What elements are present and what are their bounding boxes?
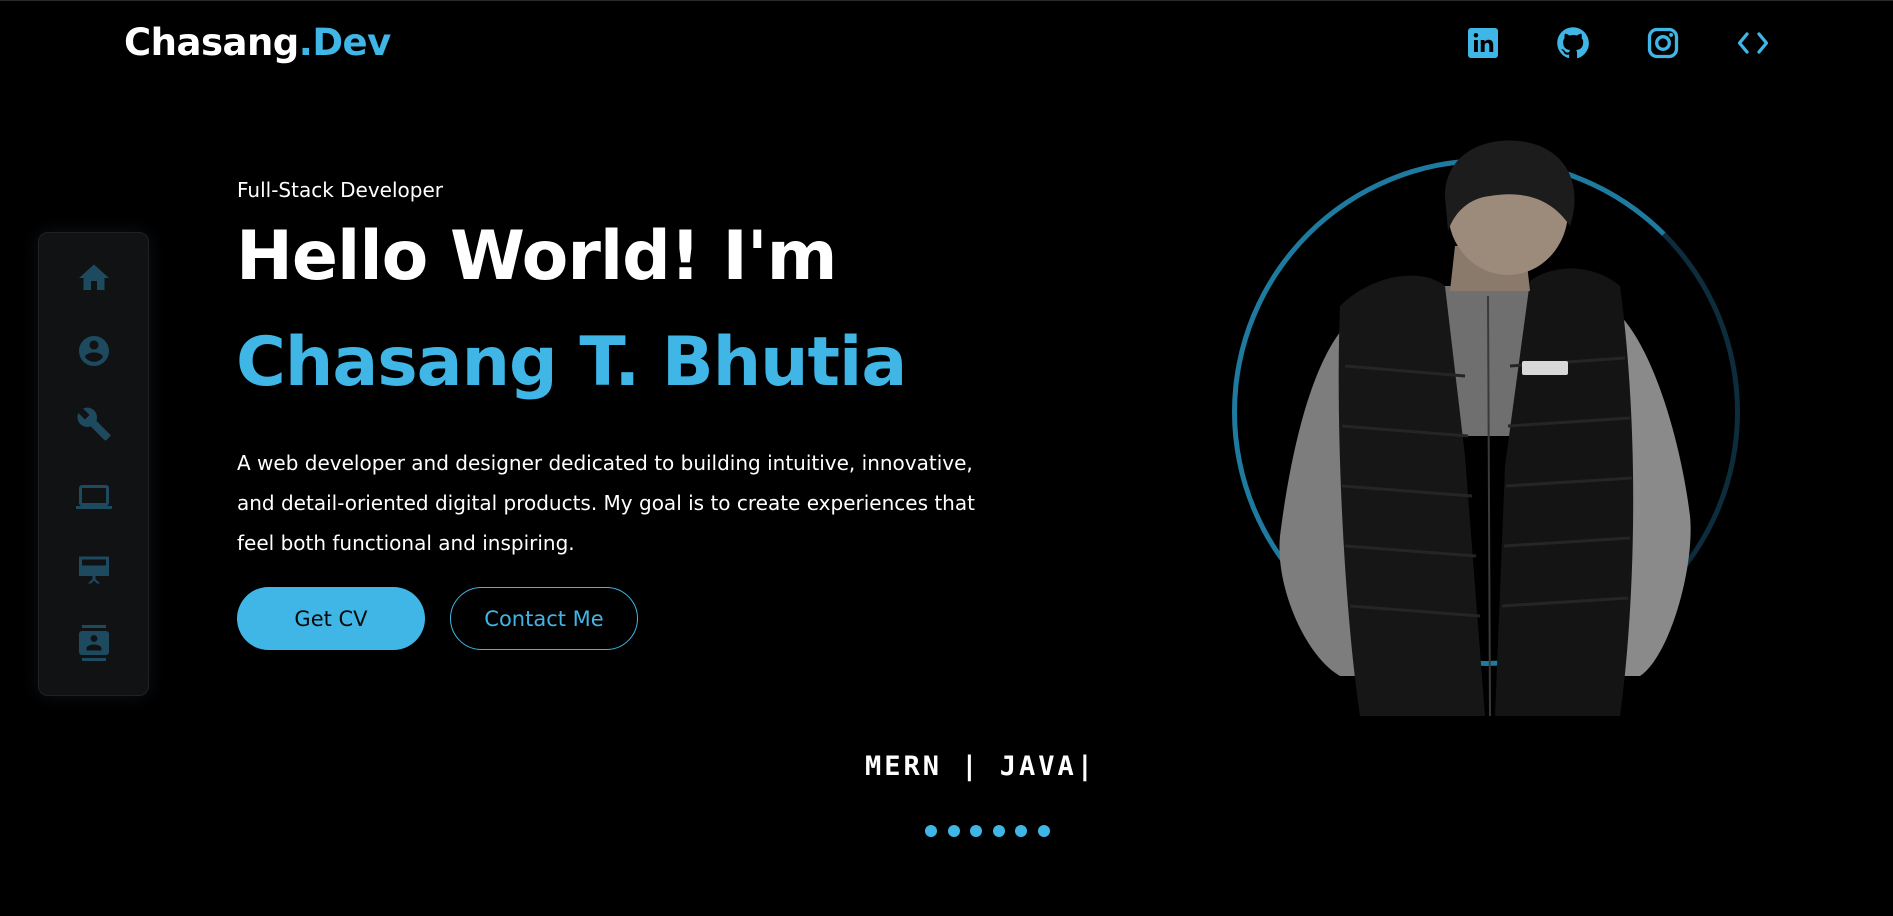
contact-card-icon	[79, 625, 109, 661]
logo-main-text: Chasang	[124, 21, 299, 64]
sidebar-item-home[interactable]	[74, 258, 114, 298]
code-icon	[1737, 32, 1769, 54]
carousel-dot[interactable]	[947, 825, 960, 837]
carousel-dot[interactable]	[992, 825, 1005, 837]
home-icon	[79, 264, 109, 290]
sidebar-item-projects[interactable]	[74, 477, 114, 517]
carousel-dot[interactable]	[1015, 825, 1027, 837]
linkedin-link[interactable]	[1463, 23, 1503, 63]
instagram-icon	[1647, 27, 1679, 59]
carousel-dot[interactable]	[925, 825, 937, 837]
wrench-icon	[77, 407, 111, 441]
site-logo[interactable]: Chasang.Dev	[124, 21, 391, 64]
carousel-dots	[925, 825, 1050, 837]
hero-description: A web developer and designer dedicated t…	[237, 451, 975, 555]
laptop-icon	[76, 485, 112, 509]
linkedin-icon	[1468, 28, 1498, 58]
sidebar-item-experience[interactable]	[74, 550, 114, 590]
sidebar-item-contact[interactable]	[74, 623, 114, 663]
profile-photo	[1279, 140, 1691, 716]
page: Chasang.Dev Full-Stack Developer Hello W…	[0, 0, 1893, 916]
presentation-icon	[79, 556, 109, 584]
account-circle-icon	[79, 336, 109, 366]
sidebar-item-skills[interactable]	[74, 404, 114, 444]
get-cv-button[interactable]: Get CV	[237, 587, 425, 650]
instagram-link[interactable]	[1643, 23, 1683, 63]
hero-greeting: Hello World! I'm	[236, 217, 838, 296]
github-icon	[1557, 27, 1589, 59]
hero-subtitle: Full-Stack Developer	[237, 178, 444, 202]
hero-name: Chasang T. Bhutia	[236, 323, 907, 402]
code-link[interactable]	[1733, 23, 1773, 63]
sidebar-item-about[interactable]	[74, 331, 114, 371]
logo-accent-text: .Dev	[298, 21, 391, 64]
carousel-dot[interactable]	[970, 825, 982, 837]
typing-text: MERN | JAVA|	[865, 751, 1097, 782]
sidebar-nav	[38, 232, 149, 696]
carousel-dot[interactable]	[1037, 825, 1050, 837]
github-link[interactable]	[1553, 23, 1593, 63]
contact-me-button[interactable]: Contact Me	[450, 587, 638, 650]
